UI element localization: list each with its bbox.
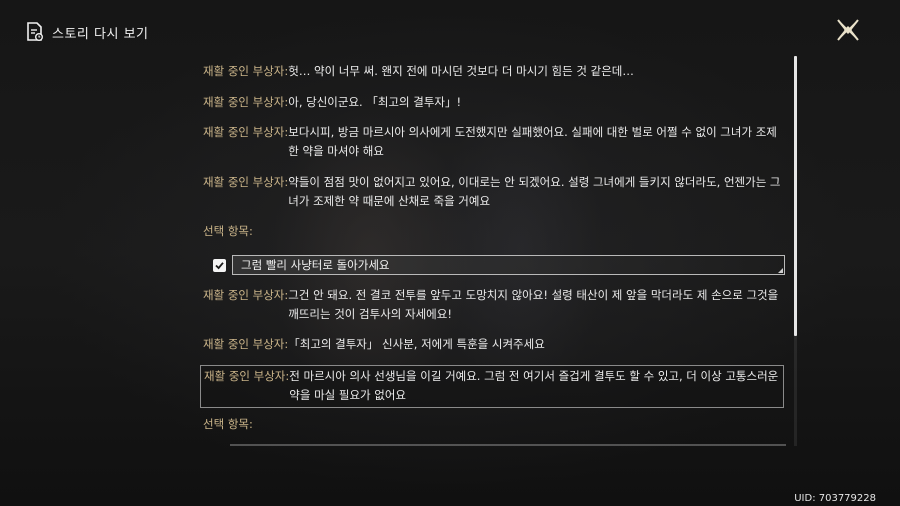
- page-title: 스토리 다시 보기: [52, 26, 149, 42]
- speaker-name: 재활 중인 부상자:: [203, 288, 289, 302]
- dialogue-text: 보다시피, 방금 마르시아 의사에게 도전했지만 실패했어요. 실패에 대한 벌…: [288, 125, 777, 158]
- speaker-name: 재활 중인 부상자:: [203, 175, 289, 189]
- scrollbar[interactable]: [794, 56, 797, 446]
- dialogue-line: 재활 중인 부상자: 헛… 약이 너무 써. 왠지 전에 마시던 것보다 더 마…: [200, 62, 786, 81]
- dialogue-line: 재활 중인 부상자: 그건 안 돼요. 전 결코 전투를 앞두고 도망치지 않아…: [200, 286, 786, 324]
- dialogue-text: 아, 당신이군요. 「최고의 결투자」!: [288, 95, 462, 109]
- dialogue-text: 헛… 약이 너무 써. 왠지 전에 마시던 것보다 더 마시기 힘든 것 같은데…: [288, 64, 634, 78]
- dialogue-line: 재활 중인 부상자: 보다시피, 방금 마르시아 의사에게 도전했지만 실패했어…: [200, 123, 786, 161]
- dialogue-line: 재활 중인 부상자: 「최고의 결투자」 신사분, 저에게 특훈을 시켜주세요: [200, 335, 786, 354]
- selected-choice[interactable]: 그럼 빨리 사냥터로 돌아가세요: [213, 254, 785, 276]
- choice-label: 선택 항목:: [203, 417, 253, 431]
- checkmark-icon: [213, 258, 226, 272]
- dialogue-text: 그건 안 돼요. 전 결코 전투를 앞두고 도망치지 않아요! 설령 태산이 제…: [288, 288, 779, 321]
- dialogue-text: 「최고의 결투자」 신사분, 저에게 특훈을 시켜주세요: [288, 337, 545, 351]
- dialogue-log[interactable]: 재활 중인 부상자: 헛… 약이 너무 써. 왠지 전에 마시던 것보다 더 마…: [200, 56, 790, 446]
- close-icon[interactable]: [836, 18, 860, 42]
- speaker-name: 재활 중인 부상자:: [204, 369, 290, 383]
- dialogue-line-highlighted[interactable]: 재활 중인 부상자: 전 마르시아 의사 선생님을 이길 거예요. 그럼 전 여…: [200, 365, 784, 408]
- speaker-name: 재활 중인 부상자:: [203, 125, 289, 139]
- scrollbar-thumb[interactable]: [794, 56, 797, 336]
- choice-label: 선택 항목:: [203, 224, 253, 238]
- divider: [230, 444, 786, 446]
- header: 스토리 다시 보기: [26, 20, 149, 44]
- choice-text: 그럼 빨리 사냥터로 돌아가세요: [241, 258, 390, 272]
- uid-label: UID: 703779228: [794, 493, 876, 504]
- dialogue-line: 재활 중인 부상자: 아, 당신이군요. 「최고의 결투자」!: [200, 93, 786, 112]
- dialogue-text: 약들이 점점 맛이 없어지고 있어요, 이대로는 안 되겠어요. 설령 그녀에게…: [288, 175, 781, 208]
- corner-marker: [778, 268, 783, 273]
- speaker-name: 재활 중인 부상자:: [203, 95, 289, 109]
- document-icon: [27, 22, 43, 41]
- speaker-name: 재활 중인 부상자:: [203, 64, 289, 78]
- speaker-name: 재활 중인 부상자:: [203, 337, 289, 351]
- choice-option[interactable]: 그럼 빨리 사냥터로 돌아가세요: [232, 255, 785, 275]
- dialogue-text: 전 마르시아 의사 선생님을 이길 거예요. 그럼 전 여기서 즐겁게 결투도 …: [289, 369, 779, 402]
- dialogue-line: 재활 중인 부상자: 약들이 점점 맛이 없어지고 있어요, 이대로는 안 되겠…: [200, 173, 786, 211]
